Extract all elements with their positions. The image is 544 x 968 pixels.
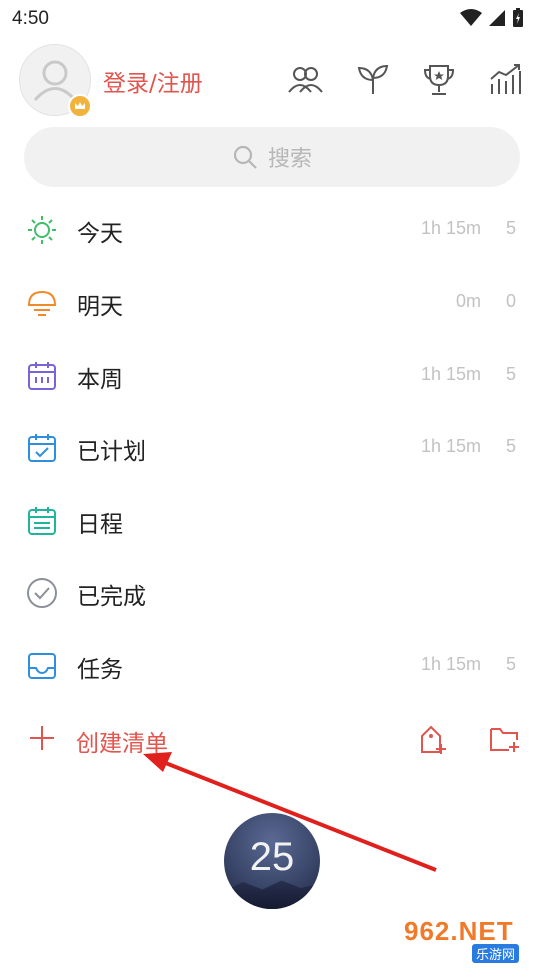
stats-icon[interactable] <box>487 62 523 98</box>
add-folder-icon[interactable] <box>489 724 521 754</box>
list-time: 1h 15m <box>420 436 481 456</box>
check-circle-icon <box>27 578 57 608</box>
list-label: 本周 <box>77 367 123 393</box>
list-label: 任务 <box>77 657 123 683</box>
sprout-icon[interactable] <box>355 62 391 98</box>
list-count: 5 <box>505 218 516 238</box>
list-time: 1h 15m <box>420 654 481 674</box>
wifi-icon <box>460 9 482 26</box>
vip-badge-icon <box>68 94 92 118</box>
search-bar[interactable]: 搜索 <box>24 127 520 187</box>
list-item-this-week[interactable]: 本周 1h 15m 5 <box>0 340 544 412</box>
watermark-logo: 962.NET 乐游网 <box>404 914 540 964</box>
list-count: 5 <box>505 364 516 384</box>
list-count: 5 <box>505 654 516 674</box>
list-item-schedule[interactable]: 日程 <box>0 485 544 557</box>
calendar-list-icon <box>28 507 56 535</box>
plus-icon[interactable] <box>26 722 58 754</box>
status-bar: 4:50 <box>0 0 544 38</box>
list-time: 1h 15m <box>420 218 481 238</box>
login-register-link[interactable]: 登录/注册 <box>103 64 203 98</box>
list-item-tomorrow[interactable]: 明天 0m 0 <box>0 267 544 339</box>
search-icon <box>233 145 257 169</box>
list-item-planned[interactable]: 已计划 1h 15m 5 <box>0 412 544 484</box>
list-time: 0m <box>455 291 481 311</box>
inbox-icon <box>28 653 56 679</box>
create-list-button[interactable]: 创建清单 <box>76 724 168 758</box>
add-tag-icon[interactable] <box>418 724 448 756</box>
create-list-row: 创建清单 <box>0 708 544 772</box>
list-label: 今天 <box>77 221 123 247</box>
list-label: 日程 <box>77 512 123 538</box>
trophy-icon[interactable] <box>421 62 457 98</box>
list-count: 0 <box>505 291 516 311</box>
list-count: 5 <box>505 436 516 456</box>
search-placeholder: 搜索 <box>267 147 312 172</box>
list-item-tasks[interactable]: 任务 1h 15m 5 <box>0 630 544 702</box>
calendar-week-icon <box>28 362 56 390</box>
list-label: 已计划 <box>77 439 146 465</box>
people-icon[interactable] <box>287 62 323 98</box>
calendar-check-icon <box>28 434 56 462</box>
list-label: 明天 <box>77 294 123 320</box>
list-item-today[interactable]: 今天 1h 15m 5 <box>0 194 544 266</box>
mountain-graphic <box>224 880 320 909</box>
status-icons <box>460 8 524 28</box>
sunset-icon <box>27 290 57 316</box>
sun-icon <box>28 216 56 244</box>
watermark-bottom: 乐游网 <box>472 944 520 963</box>
pomodoro-button[interactable]: 25 <box>224 813 320 909</box>
watermark-top: 962.NET <box>404 916 514 946</box>
pomodoro-number: 25 <box>249 835 295 879</box>
list-time: 1h 15m <box>420 364 481 384</box>
signal-icon <box>489 10 505 26</box>
list-label: 已完成 <box>77 584 146 610</box>
list-item-completed[interactable]: 已完成 <box>0 557 544 629</box>
status-time: 4:50 <box>12 8 49 29</box>
battery-icon <box>513 8 523 27</box>
